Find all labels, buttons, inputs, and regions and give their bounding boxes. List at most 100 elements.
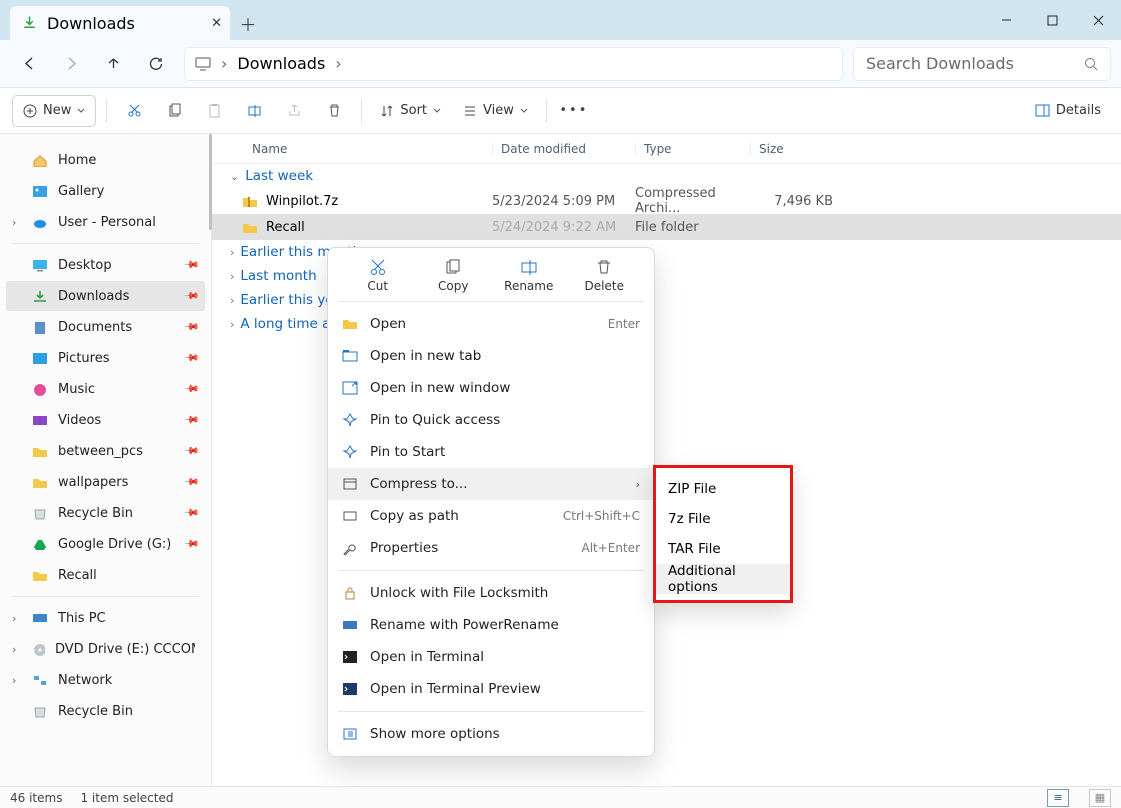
chevron-right-icon[interactable]: › xyxy=(12,216,16,229)
chevron-down-icon: ⌄ xyxy=(230,170,239,183)
pictures-icon xyxy=(32,352,48,365)
view-icon xyxy=(463,104,477,118)
submenu-zip[interactable]: ZIP File xyxy=(656,474,790,504)
view-grid-button[interactable]: ▦ xyxy=(1089,789,1111,807)
col-type[interactable]: Type xyxy=(635,142,750,156)
column-headers[interactable]: Name Date modified Type Size xyxy=(212,134,1121,164)
ctx-powerrename[interactable]: Rename with PowerRename xyxy=(328,609,654,641)
view-label: View xyxy=(483,103,514,118)
sidebar-item-wallpapers[interactable]: wallpapers📌 xyxy=(6,467,205,497)
ctx-show-more[interactable]: Show more options xyxy=(328,718,654,750)
paste-button[interactable] xyxy=(197,95,231,127)
documents-icon xyxy=(32,321,48,334)
ctx-pin-quick[interactable]: Pin to Quick access xyxy=(328,404,654,436)
sidebar-label: Videos xyxy=(58,413,101,428)
chevron-right-icon[interactable]: › xyxy=(12,612,16,625)
submenu-label: ZIP File xyxy=(668,481,716,497)
close-window-button[interactable] xyxy=(1075,0,1121,40)
tab-downloads[interactable]: Downloads ✕ xyxy=(10,6,230,40)
folder-icon xyxy=(32,569,48,582)
ctx-hint: Alt+Enter xyxy=(581,541,640,555)
breadcrumb-current[interactable]: Downloads xyxy=(237,54,325,73)
view-details-button[interactable]: ≡ xyxy=(1047,789,1069,807)
more-icon xyxy=(342,727,358,741)
cut-icon xyxy=(369,258,387,276)
sidebar-item-desktop[interactable]: Desktop📌 xyxy=(6,250,205,280)
sidebar-item-downloads[interactable]: Downloads📌 xyxy=(6,281,205,311)
share-button[interactable] xyxy=(277,95,311,127)
ctx-open[interactable]: OpenEnter xyxy=(328,308,654,340)
group-lastweek[interactable]: ⌄Last week xyxy=(212,164,1121,188)
ctx-terminal[interactable]: Open in Terminal xyxy=(328,641,654,673)
sidebar-item-gallery[interactable]: Gallery xyxy=(6,176,205,206)
details-pane-button[interactable]: Details xyxy=(1027,95,1109,127)
ctx-compress[interactable]: Compress to...› xyxy=(328,468,654,500)
up-button[interactable] xyxy=(94,46,132,82)
ctx-copy[interactable]: Copy xyxy=(425,258,481,293)
file-row-winpilot[interactable]: Winpilot.7z 5/23/2024 5:09 PM Compressed… xyxy=(212,188,1121,214)
chevron-right-icon: › xyxy=(230,246,234,259)
ctx-cut[interactable]: Cut xyxy=(350,258,406,293)
ctx-rename[interactable]: Rename xyxy=(501,258,557,293)
search-placeholder: Search Downloads xyxy=(866,54,1014,73)
ctx-open-tab[interactable]: Open in new tab xyxy=(328,340,654,372)
submenu-7z[interactable]: 7z File xyxy=(656,504,790,534)
sidebar-item-user[interactable]: ›User - Personal xyxy=(6,207,205,237)
col-name[interactable]: Name xyxy=(252,142,492,156)
col-date[interactable]: Date modified xyxy=(492,142,635,156)
context-menu: Cut Copy Rename Delete OpenEnter Open in… xyxy=(327,247,655,757)
sidebar-item-dvd[interactable]: ›DVD Drive (E:) CCCOMA_X64 xyxy=(6,634,205,664)
sidebar-item-recycle2[interactable]: Recycle Bin xyxy=(6,696,205,726)
ctx-terminal-preview[interactable]: Open in Terminal Preview xyxy=(328,673,654,705)
chevron-right-icon[interactable]: › xyxy=(12,674,16,687)
archive-icon xyxy=(242,195,258,208)
sidebar-item-recall[interactable]: Recall xyxy=(6,560,205,590)
sidebar-item-home[interactable]: Home xyxy=(6,145,205,175)
delete-button[interactable] xyxy=(317,95,351,127)
new-button[interactable]: New xyxy=(12,95,96,127)
sidebar-item-videos[interactable]: Videos📌 xyxy=(6,405,205,435)
file-row-recall[interactable]: Recall 5/24/2024 9:22 AM File folder xyxy=(212,214,1121,240)
ctx-label: Pin to Quick access xyxy=(370,412,500,428)
refresh-button[interactable] xyxy=(136,46,174,82)
ctx-label: Rename with PowerRename xyxy=(370,617,559,633)
ctx-delete[interactable]: Delete xyxy=(576,258,632,293)
back-button[interactable] xyxy=(10,46,48,82)
ctx-pin-start[interactable]: Pin to Start xyxy=(328,436,654,468)
sidebar-item-between[interactable]: between_pcs📌 xyxy=(6,436,205,466)
minimize-button[interactable] xyxy=(983,0,1029,40)
copy-button[interactable] xyxy=(157,95,191,127)
close-tab-button[interactable]: ✕ xyxy=(211,16,222,31)
ctx-properties[interactable]: PropertiesAlt+Enter xyxy=(328,532,654,564)
col-size[interactable]: Size xyxy=(750,142,830,156)
sidebar-item-music[interactable]: Music📌 xyxy=(6,374,205,404)
maximize-button[interactable] xyxy=(1029,0,1075,40)
sidebar-item-thispc[interactable]: ›This PC xyxy=(6,603,205,633)
breadcrumb[interactable]: › Downloads › xyxy=(184,47,843,81)
sidebar-label: Gallery xyxy=(58,184,104,199)
ctx-copy-path[interactable]: Copy as pathCtrl+Shift+C xyxy=(328,500,654,532)
new-tab-button[interactable]: ＋ xyxy=(230,6,266,40)
submenu-tar[interactable]: TAR File xyxy=(656,534,790,564)
sidebar-item-gdrive[interactable]: Google Drive (G:)📌 xyxy=(6,529,205,559)
pin-icon xyxy=(342,413,358,427)
sidebar-item-network[interactable]: ›Network xyxy=(6,665,205,695)
sidebar-item-documents[interactable]: Documents📌 xyxy=(6,312,205,342)
ctx-open-window[interactable]: Open in new window xyxy=(328,372,654,404)
submenu-additional[interactable]: Additional options xyxy=(656,564,790,594)
cut-button[interactable] xyxy=(117,95,151,127)
more-button[interactable]: ••• xyxy=(557,95,591,127)
view-button[interactable]: View xyxy=(455,95,536,127)
sidebar-item-recycle[interactable]: Recycle Bin📌 xyxy=(6,498,205,528)
search-input[interactable]: Search Downloads xyxy=(853,47,1111,81)
ctx-label: Unlock with File Locksmith xyxy=(370,585,548,601)
sort-button[interactable]: Sort xyxy=(372,95,449,127)
details-icon xyxy=(1035,103,1050,118)
forward-button[interactable] xyxy=(52,46,90,82)
status-bar: 46 items 1 item selected ≡ ▦ xyxy=(0,786,1121,808)
chevron-right-icon[interactable]: › xyxy=(12,643,16,656)
separator xyxy=(12,243,199,244)
rename-button[interactable] xyxy=(237,95,271,127)
sidebar-item-pictures[interactable]: Pictures📌 xyxy=(6,343,205,373)
ctx-locksmith[interactable]: Unlock with File Locksmith xyxy=(328,577,654,609)
